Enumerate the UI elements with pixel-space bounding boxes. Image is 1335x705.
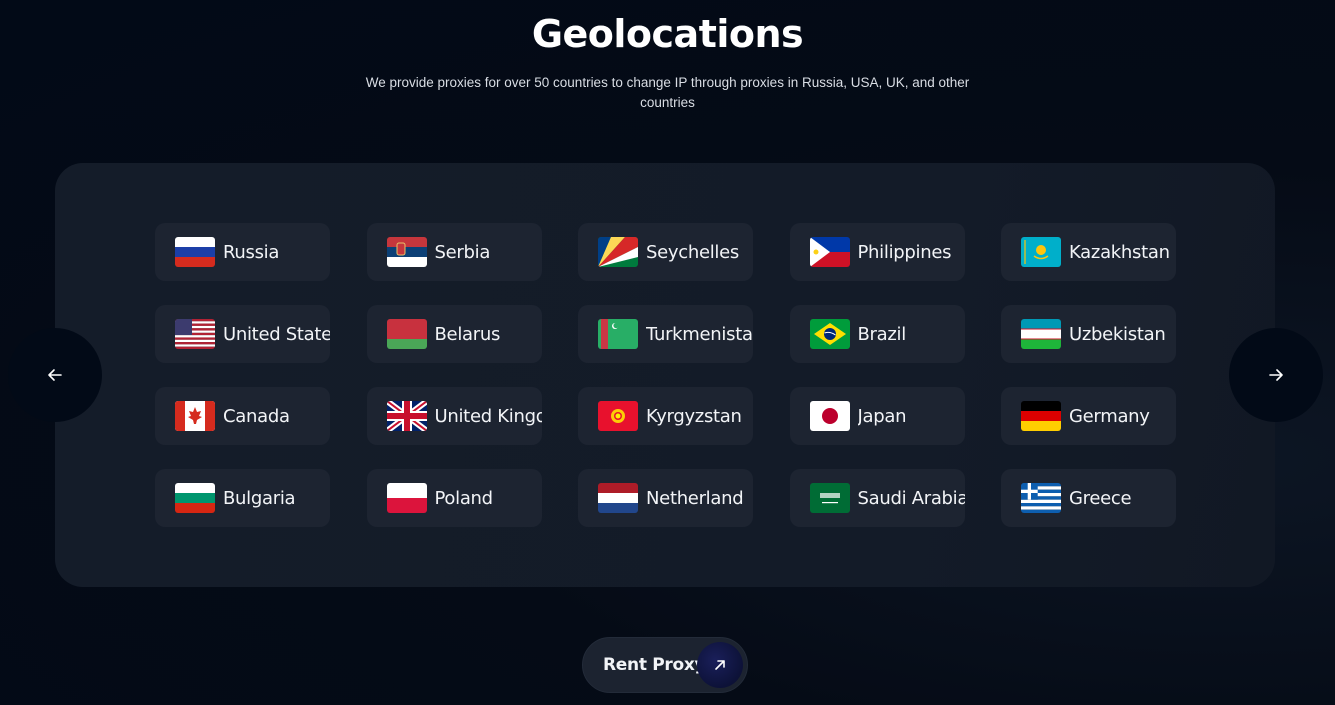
flag-sa-icon bbox=[809, 483, 850, 513]
flag-gb-icon bbox=[386, 401, 427, 431]
country-card-kyrgyzstan[interactable]: Kyrgyzstan bbox=[578, 387, 753, 445]
country-card-canada[interactable]: Canada bbox=[155, 387, 330, 445]
country-name: Germany bbox=[1069, 405, 1150, 427]
flag-ca-icon bbox=[175, 401, 215, 431]
country-card-uzbekistan[interactable]: Uzbekistan bbox=[1001, 305, 1176, 363]
page-title: Geolocations bbox=[531, 12, 804, 56]
country-card-bulgaria[interactable]: Bulgaria bbox=[155, 469, 330, 527]
country-card-russia[interactable]: Russia bbox=[155, 223, 330, 281]
geolocations-panel: Russia Serbia Seychelles Philippines Kazakhs… bbox=[55, 163, 1275, 587]
country-card-united-kingdom[interactable]: United Kingdom bbox=[366, 387, 542, 445]
country-card-united-states[interactable]: United States bbox=[155, 305, 330, 363]
country-name: Seychelles bbox=[646, 241, 739, 263]
flag-kz-icon bbox=[1021, 237, 1061, 267]
country-name: Belarus bbox=[434, 323, 501, 345]
flag-sc-icon bbox=[598, 237, 638, 267]
flag-kg-icon bbox=[598, 401, 638, 431]
country-name: Turkmenistan bbox=[646, 323, 753, 345]
country-name: Canada bbox=[223, 405, 290, 427]
country-card-japan[interactable]: Japan bbox=[789, 387, 965, 445]
flag-tm-icon bbox=[598, 319, 638, 349]
arrow-up-right-icon bbox=[715, 660, 725, 670]
flag-ru-icon bbox=[175, 237, 215, 267]
carousel-next-button[interactable] bbox=[1229, 328, 1323, 422]
country-card-poland[interactable]: Poland bbox=[366, 469, 542, 527]
country-card-serbia[interactable]: Serbia bbox=[366, 223, 542, 281]
country-card-kazakhstan[interactable]: Kazakhstan bbox=[1001, 223, 1176, 281]
country-name: Japan bbox=[857, 405, 907, 427]
country-card-brazil[interactable]: Brazil bbox=[789, 305, 965, 363]
flag-br-icon bbox=[809, 319, 850, 349]
flag-de-icon bbox=[1021, 401, 1061, 431]
country-name: Kazakhstan bbox=[1069, 241, 1170, 263]
rent-proxy-label: Rent Proxy bbox=[603, 655, 706, 675]
country-name: Greece bbox=[1069, 487, 1132, 509]
country-card-netherland[interactable]: Netherland bbox=[578, 469, 753, 527]
flag-pl-icon bbox=[386, 483, 427, 513]
flag-rs-icon bbox=[386, 237, 427, 267]
country-card-seychelles[interactable]: Seychelles bbox=[578, 223, 753, 281]
arrow-left-icon bbox=[48, 369, 62, 381]
flag-ph-icon bbox=[809, 237, 850, 267]
country-card-germany[interactable]: Germany bbox=[1001, 387, 1176, 445]
country-name: Bulgaria bbox=[223, 487, 296, 509]
country-card-belarus[interactable]: Belarus bbox=[366, 305, 542, 363]
flag-bg-icon bbox=[175, 483, 215, 513]
arrow-right-icon bbox=[1269, 369, 1283, 381]
country-name: United Kingdom bbox=[434, 405, 542, 427]
flag-by-icon bbox=[386, 319, 427, 349]
country-name: Serbia bbox=[434, 241, 491, 263]
country-card-philippines[interactable]: Philippines bbox=[789, 223, 965, 281]
country-name: United States bbox=[223, 323, 330, 345]
country-grid: Russia Serbia Seychelles Philippines Kazakhs… bbox=[155, 223, 1176, 527]
country-name: Kyrgyzstan bbox=[646, 405, 742, 427]
rent-proxy-icon-circle bbox=[697, 642, 743, 688]
country-name: Uzbekistan bbox=[1069, 323, 1166, 345]
country-name: Philippines bbox=[857, 241, 952, 263]
flag-uz-icon bbox=[1021, 319, 1061, 349]
country-card-saudi-arabia[interactable]: Saudi Arabia bbox=[789, 469, 965, 527]
country-card-turkmenistan[interactable]: Turkmenistan bbox=[578, 305, 753, 363]
flag-us-icon bbox=[175, 319, 215, 349]
country-name: Russia bbox=[223, 241, 280, 263]
flag-nl-icon bbox=[598, 483, 638, 513]
page-subtitle: We provide proxies for over 50 countries… bbox=[365, 75, 970, 110]
country-card-greece[interactable]: Greece bbox=[1001, 469, 1176, 527]
carousel-prev-button[interactable] bbox=[8, 328, 102, 422]
country-name: Netherland bbox=[646, 487, 744, 509]
country-name: Poland bbox=[434, 487, 494, 509]
country-name: Brazil bbox=[857, 323, 907, 345]
flag-gr-icon bbox=[1021, 483, 1061, 513]
rent-proxy-button[interactable]: Rent Proxy bbox=[582, 637, 748, 693]
flag-jp-icon bbox=[809, 401, 850, 431]
country-name: Saudi Arabia bbox=[857, 487, 965, 509]
